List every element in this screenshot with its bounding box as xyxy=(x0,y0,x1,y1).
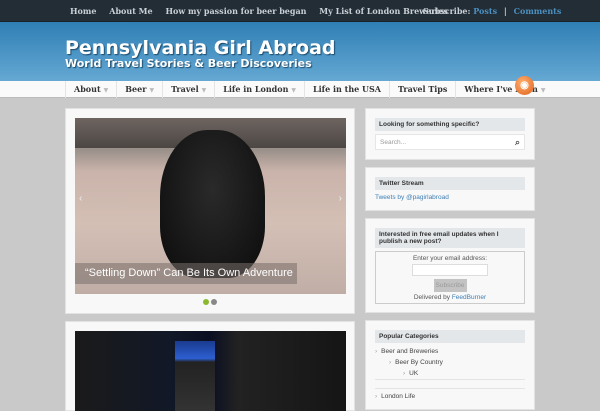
subscribe: Subscribe: Posts | Comments xyxy=(423,6,561,16)
search-icon[interactable]: ⌕ xyxy=(515,137,520,148)
email-label: Enter your email address: xyxy=(412,255,488,262)
nav-life-in-usa[interactable]: Life in the USA xyxy=(304,81,389,98)
posts-feed-link[interactable]: Posts xyxy=(473,6,497,16)
post-card xyxy=(65,321,355,411)
chevron-right-icon: › xyxy=(375,393,378,400)
category-item[interactable]: › UK xyxy=(375,368,525,380)
category-item[interactable]: › Beer By Country xyxy=(375,357,525,368)
nav-about[interactable]: About ▼ xyxy=(65,81,116,98)
comments-feed-link[interactable]: Comments xyxy=(514,6,562,16)
top-link-passion[interactable]: How my passion for beer began xyxy=(165,6,306,16)
post-image[interactable] xyxy=(75,331,346,411)
delivered-by: Delivered by xyxy=(413,294,450,301)
nav-label: About xyxy=(74,84,101,94)
email-widget: Interested in free email updates when I … xyxy=(365,218,535,313)
next-arrow-icon[interactable]: › xyxy=(339,193,342,204)
site-header: Pennsylvania Girl Abroad World Travel St… xyxy=(0,22,600,81)
site-tagline: World Travel Stories & Beer Discoveries xyxy=(65,57,312,70)
nav-label: Travel xyxy=(171,84,199,94)
main-nav: About ▼ Beer ▼ Travel ▼ Life in London ▼ Lif… xyxy=(0,81,600,98)
separator: | xyxy=(503,6,507,16)
widget-title: Twitter Stream xyxy=(375,177,525,190)
nav-label: Beer xyxy=(125,84,147,94)
categories-widget: Popular Categories › Beer and Breweries ›… xyxy=(365,320,535,410)
site-title[interactable]: Pennsylvania Girl Abroad xyxy=(65,37,336,59)
search-placeholder: Search... xyxy=(380,139,407,146)
nav-label: Life in London xyxy=(223,84,289,94)
subscribe-button[interactable]: Subscribe xyxy=(433,279,467,292)
category-label: Beer By Country xyxy=(395,359,443,366)
chevron-right-icon: › xyxy=(403,370,406,377)
chevron-down-icon: ▼ xyxy=(540,87,546,94)
empire-state-building xyxy=(175,341,215,411)
nav-travel[interactable]: Travel ▼ xyxy=(162,81,214,98)
nav-beer[interactable]: Beer ▼ xyxy=(116,81,162,98)
puppy-image xyxy=(160,130,265,278)
category-label: London Life xyxy=(381,393,416,400)
chevron-right-icon: › xyxy=(389,359,392,366)
nav-travel-tips[interactable]: Travel Tips xyxy=(388,81,455,98)
nav-label: Life in the USA xyxy=(313,84,381,94)
widget-title: Interested in free email updates when I … xyxy=(375,228,525,248)
slider-dots xyxy=(203,299,217,305)
chevron-down-icon: ▼ xyxy=(291,87,297,94)
search-input[interactable]: Search... ⌕ xyxy=(375,134,525,150)
top-link-about-me[interactable]: About Me xyxy=(109,6,152,16)
nav-label: Travel Tips xyxy=(397,84,448,94)
tweets-link[interactable]: Tweets by @pagirlabroad xyxy=(375,194,525,201)
prev-arrow-icon[interactable]: ‹ xyxy=(79,193,82,204)
top-links: Home About Me How my passion for beer be… xyxy=(70,6,458,16)
slide-image[interactable]: “Settling Down” Can Be Its Own Adventure… xyxy=(75,118,346,294)
top-bar: Home About Me How my passion for beer be… xyxy=(0,0,600,22)
slide-dot-1[interactable] xyxy=(203,299,209,305)
category-label: UK xyxy=(409,370,419,377)
slide-dot-2[interactable] xyxy=(211,299,217,305)
top-link-home[interactable]: Home xyxy=(70,6,96,16)
chevron-right-icon: › xyxy=(375,348,378,355)
nav-where-ive-been[interactable]: Where I've Been ▼ xyxy=(455,81,553,98)
email-input[interactable] xyxy=(412,264,488,276)
feedburner-link[interactable]: FeedBurner xyxy=(452,294,486,301)
chevron-down-icon: ▼ xyxy=(103,87,109,94)
subscribe-label: Subscribe: xyxy=(423,6,471,16)
featured-slider: “Settling Down” Can Be Its Own Adventure… xyxy=(65,108,355,314)
chevron-down-icon: ▼ xyxy=(149,87,155,94)
slide-caption[interactable]: “Settling Down” Can Be Its Own Adventure xyxy=(75,263,297,284)
chevron-down-icon: ▼ xyxy=(201,87,207,94)
rss-icon[interactable]: ◉ xyxy=(515,76,534,95)
search-widget: Looking for something specific? Search..… xyxy=(365,108,535,160)
widget-title: Looking for something specific? xyxy=(375,118,525,131)
category-list: › Beer and Breweries › Beer By Country › UK… xyxy=(375,346,525,402)
widget-title: Popular Categories xyxy=(375,330,525,343)
category-label: Beer and Breweries xyxy=(381,348,439,355)
twitter-widget: Twitter Stream Tweets by @pagirlabroad xyxy=(365,167,535,211)
nav-life-in-london[interactable]: Life in London ▼ xyxy=(214,81,304,98)
feedburner-form: Enter your email address: Subscribe Deli… xyxy=(375,251,525,304)
category-item[interactable]: › Beer and Breweries xyxy=(375,346,525,357)
